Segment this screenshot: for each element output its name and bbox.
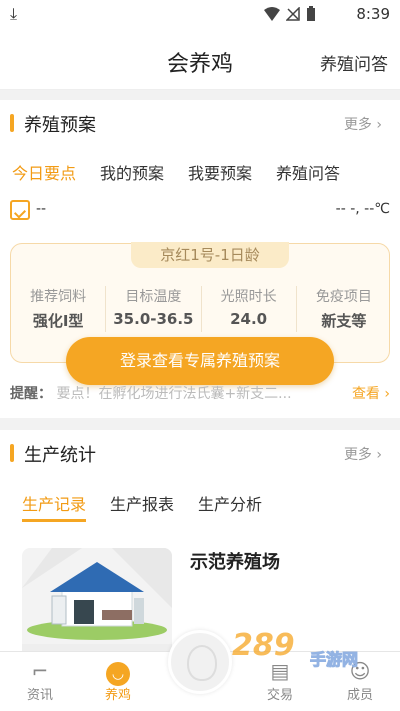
- section-title: 生产统计: [24, 445, 96, 466]
- metric-temperature: 目标温度 35.0-36.5: [106, 286, 202, 332]
- section-title: 养殖预案: [24, 115, 96, 136]
- reminder-view-link[interactable]: 查看 ›: [352, 383, 390, 403]
- metric-feed: 推荐饲料 强化Ⅰ型: [11, 286, 107, 332]
- tab-production-report[interactable]: 生产报表: [110, 491, 174, 522]
- barn-illustration: [22, 548, 172, 658]
- nav-trade[interactable]: ▤ 交易: [250, 658, 310, 703]
- reminder-text: 要点！在孵化场进行法氏囊+新支二...: [56, 386, 292, 402]
- download-icon: ⤓: [10, 4, 18, 23]
- section-accent-bar: [10, 114, 14, 132]
- more-link[interactable]: 更多 ›: [344, 444, 382, 464]
- reminder-label: 提醒：: [10, 386, 52, 402]
- metric-immunization: 免疫项目 新支等: [315, 289, 372, 330]
- watermark-logo: 289 手游网: [232, 628, 359, 670]
- farm-name[interactable]: 示范养殖场: [190, 548, 280, 574]
- center-egg-button[interactable]: [168, 630, 232, 694]
- nav-chicken[interactable]: ◡ 养鸡: [88, 658, 148, 703]
- chicken-icon: ◡: [88, 658, 148, 686]
- tab-my-plan[interactable]: 我的预案: [100, 160, 164, 184]
- plan-card: 养殖预案 更多 › 今日要点 我的预案 我要预案 养殖问答 -- -- -, -…: [0, 100, 400, 418]
- tab-request-plan[interactable]: 我要预案: [188, 160, 252, 184]
- stats-card: 生产统计 更多 › 生产记录 生产报表 生产分析 示范养殖场: [0, 430, 400, 658]
- plan-tabs: 今日要点 我的预案 我要预案 养殖问答: [12, 160, 364, 184]
- status-bar: ⤓ 8:39: [0, 0, 400, 30]
- calendar-icon[interactable]: [10, 200, 30, 220]
- login-view-plan-button[interactable]: 登录查看专属养殖预案: [66, 337, 334, 385]
- plan-metrics: 推荐饲料 强化Ⅰ型 目标温度 35.0-36.5 光照时长 24.0 免疫项目 …: [11, 286, 391, 332]
- more-link[interactable]: 更多 ›: [344, 114, 382, 134]
- reminder-row: 提醒： 要点！在孵化场进行法氏囊+新支二... 查看 ›: [10, 383, 390, 403]
- tab-today-points[interactable]: 今日要点: [12, 160, 76, 184]
- no-signal-icon: [285, 6, 300, 25]
- tab-qa[interactable]: 养殖问答: [276, 160, 340, 184]
- nav-news[interactable]: ⌐ 资讯: [10, 658, 70, 703]
- chevron-right-icon: ›: [376, 447, 382, 463]
- tab-production-record[interactable]: 生产记录: [22, 491, 87, 522]
- tab-production-analysis[interactable]: 生产分析: [198, 491, 262, 522]
- clock: 8:39: [356, 5, 390, 23]
- section-accent-bar: [10, 444, 14, 462]
- battery-icon: [306, 6, 316, 26]
- title-bar: 会养鸡 养殖问答: [0, 30, 400, 90]
- stats-tabs: 生产记录 生产报表 生产分析: [22, 491, 286, 522]
- wifi-icon: [264, 7, 280, 25]
- date-weather-row: -- -- -, --℃: [10, 200, 390, 224]
- metric-light: 光照时长 24.0: [202, 286, 297, 332]
- chevron-right-icon: ›: [376, 117, 382, 133]
- temperature-value: -- -, --℃: [335, 201, 390, 217]
- breed-age-label: 京红1号-1日龄: [131, 242, 289, 268]
- news-icon: ⌐: [31, 659, 49, 683]
- farm-image[interactable]: [22, 548, 172, 658]
- qa-link[interactable]: 养殖问答: [320, 50, 388, 75]
- date-value: --: [36, 201, 47, 217]
